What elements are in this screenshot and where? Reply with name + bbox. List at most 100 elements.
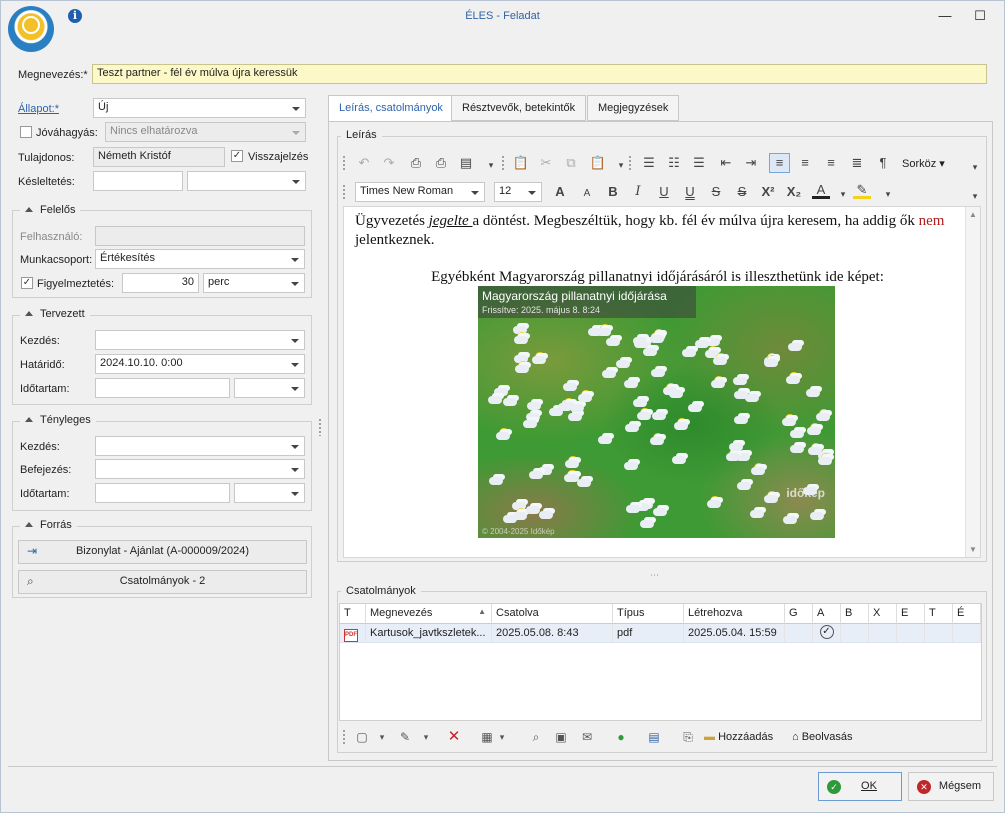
planned-group-title[interactable]: Tervezett [20, 308, 90, 320]
email-icon[interactable]: ✉ [578, 728, 596, 746]
new-document-icon[interactable]: ▢ [353, 728, 371, 746]
status-label[interactable]: Állapot:* [18, 103, 59, 115]
actual-group-title[interactable]: Tényleges [20, 414, 96, 426]
highlight-icon[interactable]: ✎ [853, 183, 871, 199]
quick-print-icon[interactable]: ⎙ [432, 154, 450, 172]
print-preview-icon[interactable]: ▤ [457, 154, 475, 172]
cancel-button[interactable]: ✕ Mégsem [908, 772, 994, 801]
decrease-indent-icon[interactable]: ⇤ [717, 154, 735, 172]
scan-document-icon[interactable]: ▤ [645, 728, 663, 746]
toolbar-overflow-icon[interactable]: ▾ [966, 158, 984, 176]
alert-value-field[interactable]: 30 [122, 273, 199, 293]
line-spacing-dropdown[interactable]: Sorköz ▾ [902, 157, 945, 170]
font-color-icon[interactable]: A [812, 183, 830, 199]
actual-duration-field[interactable] [95, 483, 230, 503]
align-left-icon[interactable]: ≡ [769, 153, 790, 173]
cell-a[interactable]: ✓ [813, 624, 841, 643]
increase-indent-icon[interactable]: ⇥ [742, 154, 760, 172]
bold-icon[interactable]: B [604, 183, 622, 201]
underline-icon[interactable]: U [655, 183, 673, 201]
editor-splitter[interactable]: ⋯ [650, 570, 659, 581]
source-document-button[interactable]: ⇥ Bizonylat - Ajánlat (A-000009/2024) [18, 540, 307, 564]
source-group-title[interactable]: Forrás [20, 519, 77, 531]
add-button[interactable]: ▬ Hozzáadás [704, 728, 784, 746]
col-header-b[interactable]: B [841, 604, 869, 624]
tab-notes[interactable]: Megjegyzések [587, 95, 680, 121]
alert-unit-select[interactable]: perc [203, 273, 305, 293]
col-header-type-name[interactable]: Típus [613, 604, 684, 624]
delay-field[interactable] [93, 171, 183, 191]
paste-special-icon[interactable]: 📋 [589, 154, 607, 172]
highlight-more-icon[interactable]: ▾ [879, 185, 897, 203]
grow-font-icon[interactable]: A [551, 183, 569, 201]
edit-icon[interactable]: ✎ [396, 728, 414, 746]
copy-icon[interactable]: ⧉ [562, 154, 580, 172]
toolbar-overflow-icon[interactable]: ▾ [966, 187, 984, 205]
col-header-t2[interactable]: T [925, 604, 953, 624]
col-header-x[interactable]: X [869, 604, 897, 624]
deadline-field[interactable]: 2024.10.10. 0:00 [95, 354, 305, 374]
planned-start-field[interactable] [95, 330, 305, 350]
col-header-created[interactable]: Létrehozva [684, 604, 785, 624]
superscript-icon[interactable]: X² [759, 183, 777, 201]
undo-icon[interactable]: ↶ [355, 154, 373, 172]
col-header-e2[interactable]: É [953, 604, 981, 624]
col-header-type[interactable]: T [340, 604, 366, 624]
status-select[interactable]: Új [93, 98, 306, 118]
approve-icon[interactable]: ● [612, 728, 630, 746]
tab-description[interactable]: Leírás, csatolmányok [328, 95, 454, 122]
feedback-checkbox[interactable]: ✓ [231, 150, 243, 162]
actual-end-field[interactable] [95, 459, 305, 479]
cut-icon[interactable]: ✂ [537, 154, 555, 172]
align-right-icon[interactable]: ≡ [822, 154, 840, 172]
scan-button[interactable]: ⌂ Beolvasás [792, 728, 872, 746]
actual-duration-unit[interactable] [234, 483, 305, 503]
paste-icon[interactable]: 📋 [512, 154, 530, 172]
redo-icon[interactable]: ↷ [380, 154, 398, 172]
toolbar-grip[interactable] [342, 729, 346, 745]
approval-select[interactable]: Nincs elhatározva [105, 122, 306, 142]
italic-icon[interactable]: I [629, 183, 647, 201]
tab-participants[interactable]: Résztvevők, betekintők [451, 95, 587, 121]
actual-start-field[interactable] [95, 436, 305, 456]
strikethrough-icon[interactable]: S [707, 183, 725, 201]
shrink-font-icon[interactable]: A [578, 185, 596, 203]
toolbar-more-icon[interactable]: ▾ [482, 156, 500, 174]
align-center-icon[interactable]: ≡ [796, 154, 814, 172]
scroll-down-icon[interactable]: ▼ [969, 545, 977, 554]
toolbar-grip[interactable] [501, 155, 505, 171]
save-icon[interactable]: ▣ [552, 728, 570, 746]
approval-checkbox[interactable] [20, 126, 32, 138]
maximize-button[interactable]: ☐ [970, 6, 990, 26]
ok-button[interactable]: ✓ OK [818, 772, 902, 801]
subscript-icon[interactable]: X₂ [785, 183, 803, 201]
font-size-select[interactable]: 12 [494, 182, 542, 202]
col-header-a[interactable]: A [813, 604, 841, 624]
col-header-name[interactable]: Megnevezés ▲ [366, 604, 492, 624]
editor-scrollbar[interactable]: ▲ ▼ [965, 207, 980, 557]
responsible-group-title[interactable]: Felelős [20, 204, 81, 216]
numbered-list-icon[interactable]: ☷ [665, 154, 683, 172]
font-color-more-icon[interactable]: ▾ [834, 185, 852, 203]
delay-unit-select[interactable] [187, 171, 306, 191]
justify-icon[interactable]: ≣ [848, 154, 866, 172]
scroll-up-icon[interactable]: ▲ [969, 210, 977, 219]
multilevel-list-icon[interactable]: ☰ [690, 154, 708, 172]
double-underline-icon[interactable]: U [681, 183, 699, 201]
toolbar-grip[interactable] [628, 155, 632, 171]
toolbar-grip[interactable] [342, 184, 346, 200]
splitter-handle[interactable] [318, 418, 322, 436]
new-more-icon[interactable]: ▾ [375, 728, 389, 746]
minimize-button[interactable]: — [935, 6, 955, 26]
col-header-e[interactable]: E [897, 604, 925, 624]
delete-icon[interactable]: ✕ [445, 728, 463, 746]
search-icon[interactable]: ⌕ [527, 728, 545, 746]
toolbar-grip[interactable] [342, 155, 346, 171]
paragraph-marks-icon[interactable]: ¶ [874, 154, 892, 172]
double-strikethrough-icon[interactable]: S [733, 183, 751, 201]
name-field[interactable]: Teszt partner - fél év múlva újra keress… [92, 64, 987, 84]
alert-checkbox[interactable]: ✓ [21, 277, 33, 289]
workgroup-select[interactable]: Értékesítés [95, 249, 305, 269]
attachments-button[interactable]: ⌕ Csatolmányok - 2 [18, 570, 307, 594]
view-more-icon[interactable]: ▾ [495, 728, 509, 746]
